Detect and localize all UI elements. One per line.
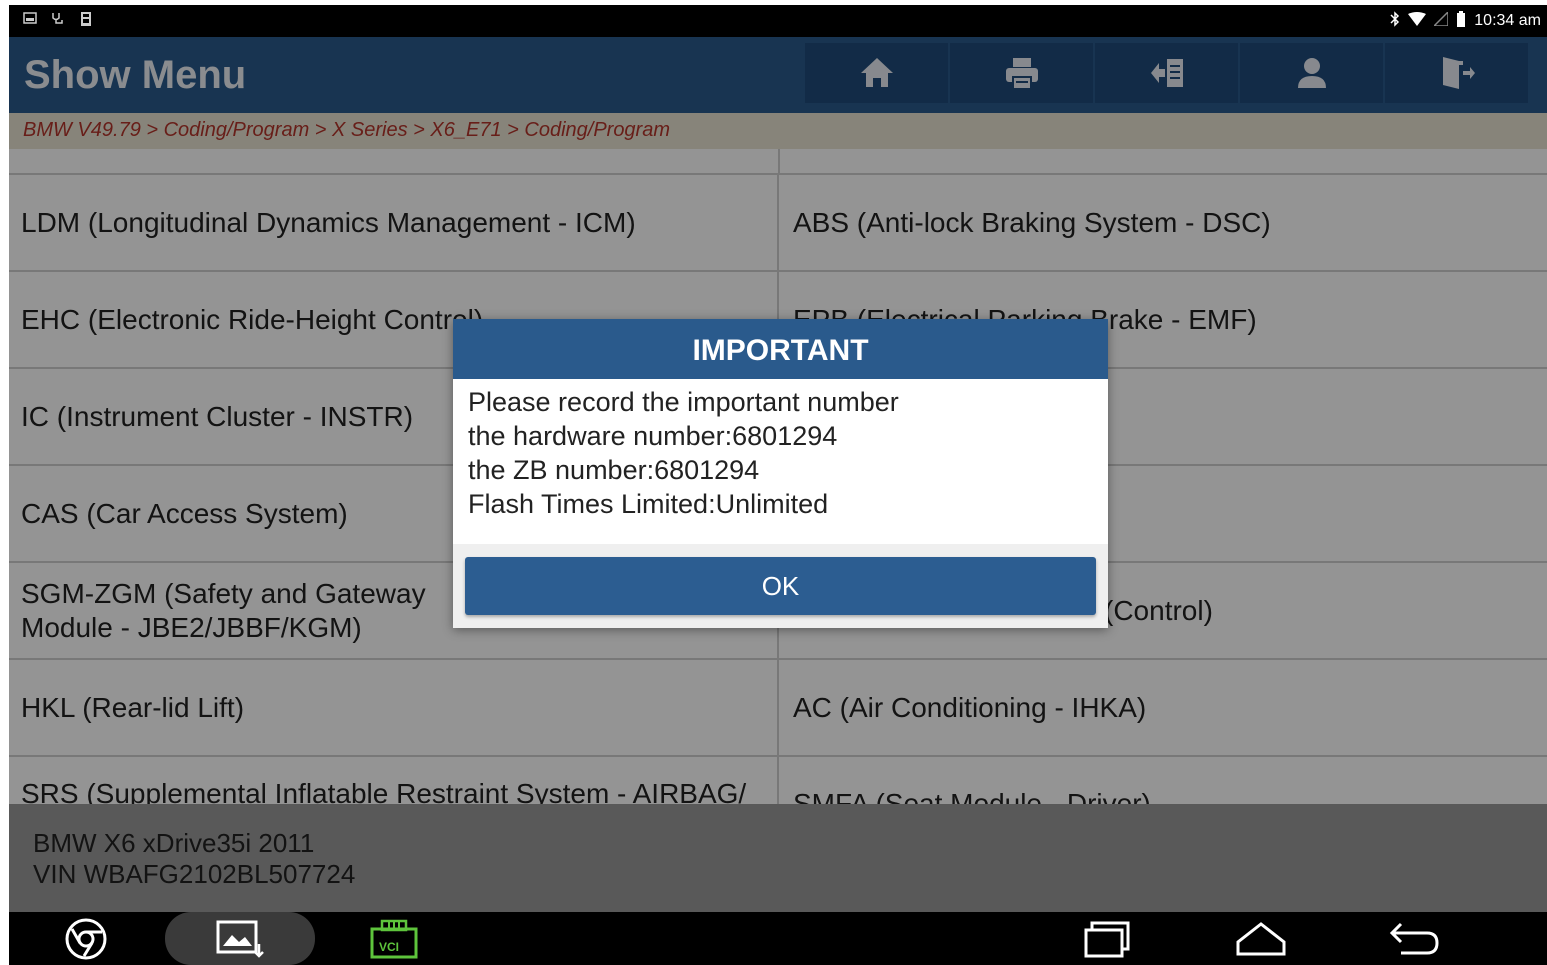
dialog-title: IMPORTANT [453,319,1108,379]
sd-card-icon [79,11,93,27]
gallery-icon [216,920,264,958]
dialog-line: Flash Times Limited:Unlimited [468,489,829,519]
gallery-button[interactable] [210,918,270,960]
important-dialog: IMPORTANT Please record the important nu… [453,319,1108,628]
recent-apps-button[interactable] [1077,918,1137,960]
wifi-icon [1408,12,1427,29]
signal-icon [1432,10,1450,29]
back-icon [1389,922,1439,955]
dialog-line: Please record the important number [468,387,899,417]
battery-icon [1456,11,1466,30]
recent-apps-icon [1084,921,1130,958]
stethoscope-icon [51,11,65,27]
notification-icons [23,11,93,27]
image-notification-icon [23,11,37,27]
home-nav-button[interactable] [1231,918,1291,960]
dialog-message: Please record the important number the h… [453,379,1108,544]
vci-label: VCI [379,940,400,954]
android-nav-bar: VCI [9,912,1547,965]
browser-button[interactable] [56,918,116,960]
bluetooth-icon [1390,11,1400,30]
browser-icon [65,918,107,960]
vci-button[interactable]: VCI [364,918,424,960]
dialog-line: the ZB number:6801294 [468,455,760,485]
dialog-line: the hardware number:6801294 [468,421,838,451]
status-bar: 10:34 am [9,5,1547,37]
ok-button[interactable]: OK [465,557,1096,615]
back-button[interactable] [1385,918,1445,960]
system-status: 10:34 am [1390,10,1541,30]
app-screen: 10:34 am Show Menu BMW V49.79 > Coding/P… [9,5,1547,965]
clock: 10:34 am [1474,11,1541,29]
home-nav-icon [1236,922,1286,956]
